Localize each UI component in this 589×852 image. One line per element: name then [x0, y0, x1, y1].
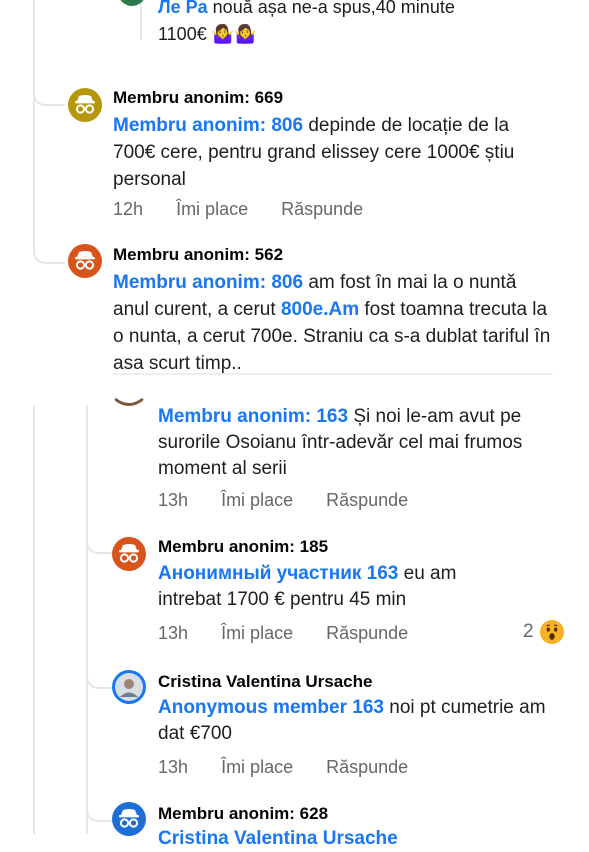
partial-avatar-icon — [114, 397, 144, 406]
comment-author[interactable]: Membru anonim: 562 — [113, 245, 283, 265]
section-divider — [113, 373, 553, 375]
comment-author[interactable]: Membru anonim: 669 — [113, 88, 283, 108]
mention-link[interactable]: 800e.Am — [281, 299, 359, 320]
mention-link[interactable]: Membru anonim: 163 — [158, 406, 348, 427]
thread-connector — [33, 60, 65, 106]
avatar[interactable] — [112, 390, 146, 408]
comment-time[interactable]: 13h — [158, 757, 188, 777]
mention-link[interactable]: Анонимный участник 163 — [158, 563, 398, 584]
comment-body: Anonymous member 163 noi pt cumetrie am … — [158, 697, 546, 744]
thread-connector — [86, 655, 114, 689]
reply-button[interactable]: Răspunde — [326, 757, 408, 777]
like-button[interactable]: Îmi place — [176, 199, 248, 219]
mention-link[interactable]: Membru anonim: 806 — [113, 272, 303, 293]
mention-link[interactable]: Anonymous member 163 — [158, 697, 384, 718]
avatar[interactable] — [112, 670, 146, 704]
comment-author[interactable]: Cristina Valentina Ursache — [158, 672, 372, 692]
shrug-emoji: 🤷‍♀️🤷‍♀️ — [211, 24, 257, 44]
avatar[interactable] — [68, 88, 102, 122]
mention-link[interactable]: Membru anonim: 806 — [113, 115, 303, 136]
mention-link[interactable]: Ле Pa — [158, 0, 208, 17]
comment-body: Ле Pa nouă așa ne-a spus,40 minute 1100€… — [158, 0, 558, 48]
like-button[interactable]: Îmi place — [221, 623, 293, 643]
reply-button[interactable]: Răspunde — [326, 490, 408, 510]
comment-body: Cristina Valentina Ursache — [158, 826, 558, 852]
avatar[interactable] — [112, 537, 146, 571]
comment-body: Membru anonim: 806 am fost în mai la o n… — [113, 272, 551, 374]
comment-author[interactable]: Membru anonim: 185 — [158, 537, 328, 557]
reaction-count: 2 — [523, 621, 534, 642]
comment-actions: 13h Îmi place Răspunde — [158, 757, 436, 778]
comment-body: Анонимный участник 163 eu am intrebat 17… — [158, 563, 457, 610]
profile-photo-icon — [115, 673, 143, 701]
comment-actions: 13h Îmi place Răspunde — [158, 623, 436, 644]
comment-body: Membru anonim: 163 Și noi le-am avut pe … — [158, 406, 523, 479]
reply-button[interactable]: Răspunde — [281, 199, 363, 219]
comment-body: Membru anonim: 806 depinde de locație de… — [113, 115, 515, 190]
avatar[interactable] — [112, 802, 146, 836]
thread-line-c0 — [140, 0, 142, 40]
anonymous-icon — [75, 95, 95, 114]
thread-line-replies — [33, 405, 35, 834]
like-button[interactable]: Îmi place — [221, 490, 293, 510]
comment-time[interactable]: 13h — [158, 623, 188, 643]
thread-line-main — [33, 0, 35, 240]
comment-time[interactable]: 12h — [113, 199, 143, 219]
thread-connector — [86, 520, 114, 554]
thread-connector — [33, 218, 65, 264]
anonymous-icon — [119, 809, 139, 828]
comment-time[interactable]: 13h — [158, 490, 188, 510]
reply-button[interactable]: Răspunde — [326, 623, 408, 643]
anonymous-icon — [75, 251, 95, 270]
thread-connector — [86, 788, 114, 822]
comment-author[interactable]: Membru anonim: 628 — [158, 804, 328, 824]
thread-line-nested — [86, 405, 88, 834]
anonymous-icon — [119, 544, 139, 563]
comment-actions: 13h Îmi place Răspunde — [158, 490, 436, 511]
avatar[interactable] — [68, 244, 102, 278]
wow-icon — [539, 620, 564, 644]
reaction-summary[interactable]: 2 — [523, 620, 564, 644]
mention-link[interactable]: Cristina Valentina Ursache — [158, 828, 398, 849]
like-button[interactable]: Îmi place — [221, 757, 293, 777]
comment-actions: 12h Îmi place Răspunde — [113, 199, 391, 220]
